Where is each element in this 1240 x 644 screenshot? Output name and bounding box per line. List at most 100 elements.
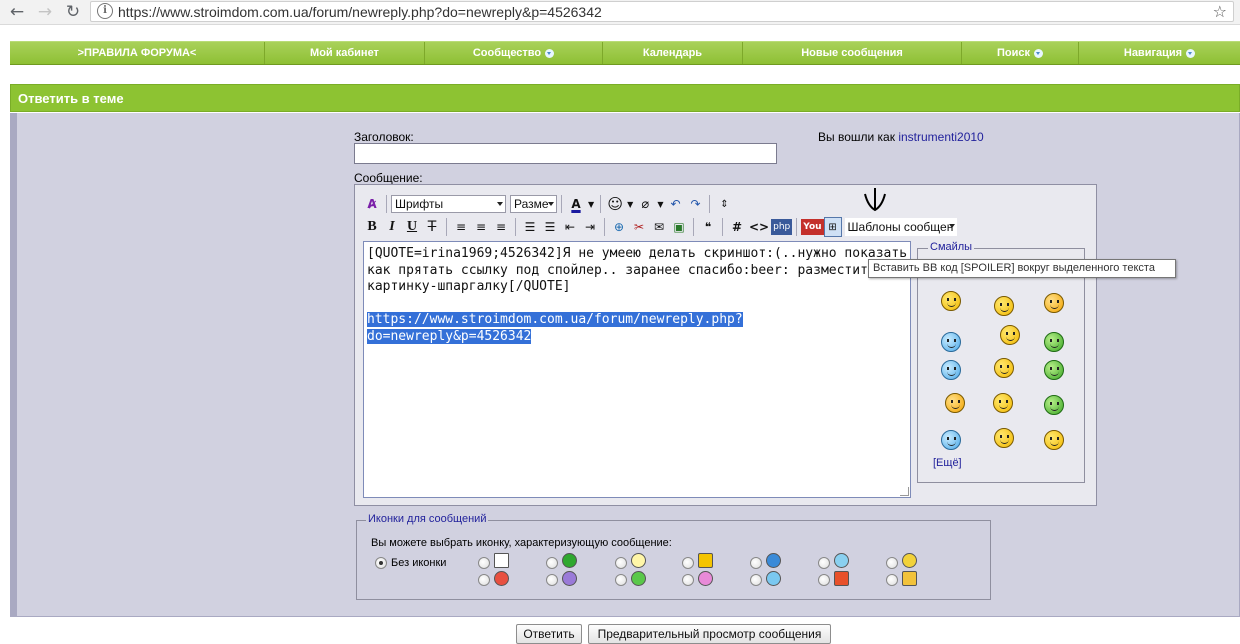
code-icon[interactable]: <> (747, 217, 771, 237)
nav-my-cabinet[interactable]: Мой кабинет (265, 42, 425, 64)
ordered-list-icon[interactable]: ☰ (520, 217, 540, 237)
back-icon[interactable]: ← (6, 2, 28, 22)
smiley-icon[interactable] (1044, 293, 1064, 313)
underline-button[interactable]: U (402, 217, 422, 237)
quote-icon[interactable]: ❝ (698, 217, 718, 237)
url-text[interactable]: https://www.stroimdom.com.ua/forum/newre… (118, 4, 602, 20)
forward-icon[interactable]: → (34, 2, 56, 22)
align-center-icon[interactable]: ≡ (471, 217, 491, 237)
nav-new-posts[interactable]: Новые сообщения (743, 42, 962, 64)
submit-button[interactable]: Ответить (516, 624, 582, 644)
divider (600, 195, 602, 213)
nav-calendar[interactable]: Календарь (603, 42, 743, 64)
smiley-icon[interactable] (941, 332, 961, 352)
smilies-icon[interactable]: ☺ (605, 194, 625, 214)
bold-button[interactable]: B (362, 217, 382, 237)
smiley-icon[interactable] (941, 430, 961, 450)
chevron-down-icon[interactable]: ▼ (625, 194, 635, 214)
smiley-icon[interactable] (941, 291, 961, 311)
italic-button[interactable]: I (382, 217, 402, 237)
insert-email-icon[interactable]: ✉ (649, 217, 669, 237)
unordered-list-icon[interactable]: ☰ (540, 217, 560, 237)
font-select[interactable]: Шрифты (391, 195, 506, 213)
outdent-icon[interactable]: ⇤ (560, 217, 580, 237)
smiley-icon[interactable] (1044, 332, 1064, 352)
smiley-icon[interactable] (994, 358, 1014, 378)
undo-icon[interactable]: ↶ (665, 194, 685, 214)
attachment-icon[interactable]: ⌀ (635, 194, 655, 214)
post-icon-radio[interactable] (546, 557, 558, 569)
post-icon-radio[interactable] (818, 574, 830, 586)
no-icon-radio[interactable] (375, 557, 387, 569)
nav-community[interactable]: Сообщество (425, 42, 603, 64)
nav-label: Новые сообщения (801, 47, 903, 59)
message-line: [QUOTE=irina1969;4526342]Я не умеею дела… (367, 246, 908, 261)
post-icon-radio[interactable] (818, 557, 830, 569)
post-icon-radio[interactable] (682, 557, 694, 569)
post-icon-radio[interactable] (750, 557, 762, 569)
php-icon[interactable]: php (771, 219, 793, 235)
divider (693, 218, 694, 236)
message-line: https://www.stroimdom.com.ua/forum/newre… (367, 312, 907, 329)
insert-link-icon[interactable]: ⊕ (609, 217, 629, 237)
message-textarea[interactable]: [QUOTE=irina1969;4526342]Я не умеею дела… (363, 241, 911, 498)
indent-icon[interactable]: ⇥ (580, 217, 600, 237)
address-bar[interactable]: i https://www.stroimdom.com.ua/forum/new… (90, 1, 1234, 22)
spoiler-icon[interactable]: ⊞ (823, 217, 842, 237)
username-link[interactable]: instrumenti2010 (898, 130, 983, 144)
youtube-icon[interactable]: You (801, 219, 824, 235)
post-icon-happy (698, 571, 713, 586)
smiley-icon[interactable] (1000, 325, 1020, 345)
insert-image-icon[interactable]: ▣ (669, 217, 689, 237)
hashtag-icon[interactable]: # (727, 217, 747, 237)
templates-select[interactable]: Шаблоны сообщен (844, 218, 957, 236)
remove-link-icon[interactable]: ✂ (629, 217, 649, 237)
post-icon-radio[interactable] (615, 557, 627, 569)
post-icon-lightbulb (631, 553, 646, 568)
strikethrough-button[interactable]: T (422, 217, 442, 237)
smiley-icon[interactable] (993, 393, 1013, 413)
bookmark-star-icon[interactable]: ☆ (1213, 2, 1227, 21)
post-icon-radio[interactable] (886, 557, 898, 569)
smiley-icon[interactable] (994, 296, 1014, 316)
redo-icon[interactable]: ↷ (685, 194, 705, 214)
reload-icon[interactable]: ↻ (62, 2, 84, 22)
align-left-icon[interactable]: ≡ (451, 217, 471, 237)
align-right-icon[interactable]: ≡ (491, 217, 511, 237)
remove-format-icon[interactable]: A̷ (362, 194, 382, 214)
nav-forum-rules[interactable]: >ПРАВИЛА ФОРУМА< (10, 42, 265, 64)
more-smilies-link[interactable]: [Ещё] (933, 457, 962, 469)
smiley-icon[interactable] (941, 360, 961, 380)
post-icon-smile (902, 553, 917, 568)
size-select-value: Разме (514, 197, 549, 211)
smiley-icon[interactable] (945, 393, 965, 413)
smilies-legend: Смайлы (928, 241, 975, 253)
preview-button[interactable]: Предварительный просмотр сообщения (588, 624, 831, 644)
text-color-icon[interactable]: A (566, 194, 586, 214)
title-input[interactable] (354, 143, 777, 164)
post-icon-radio[interactable] (478, 574, 490, 586)
nav-search[interactable]: Поиск (962, 42, 1079, 64)
smiley-icon[interactable] (1044, 360, 1064, 380)
switch-mode-icon[interactable]: ⇕ (714, 194, 734, 214)
info-icon[interactable]: i (97, 3, 113, 19)
post-icon-radio[interactable] (886, 574, 898, 586)
post-icon-radio[interactable] (546, 574, 558, 586)
reply-panel-header: Ответить в теме (10, 84, 1240, 112)
chevron-down-icon[interactable]: ▼ (586, 194, 596, 214)
smiley-icon[interactable] (1044, 430, 1064, 450)
post-icons-legend: Иконки для сообщений (366, 513, 489, 525)
logged-in-text: Вы вошли как instrumenti2010 (818, 130, 984, 144)
post-icons-description: Вы можете выбрать иконку, характеризующу… (371, 537, 672, 549)
post-icon-radio[interactable] (478, 557, 490, 569)
smiley-icon[interactable] (1044, 395, 1064, 415)
post-icon-radio[interactable] (682, 574, 694, 586)
chevron-down-icon[interactable]: ▼ (655, 194, 665, 214)
dropdown-icon (1034, 48, 1043, 58)
size-select[interactable]: Разме (510, 195, 557, 213)
post-icon-radio[interactable] (615, 574, 627, 586)
smiley-icon[interactable] (994, 428, 1014, 448)
post-icon-radio[interactable] (750, 574, 762, 586)
nav-navigation[interactable]: Навигация (1079, 42, 1240, 64)
resize-handle[interactable] (900, 487, 909, 496)
